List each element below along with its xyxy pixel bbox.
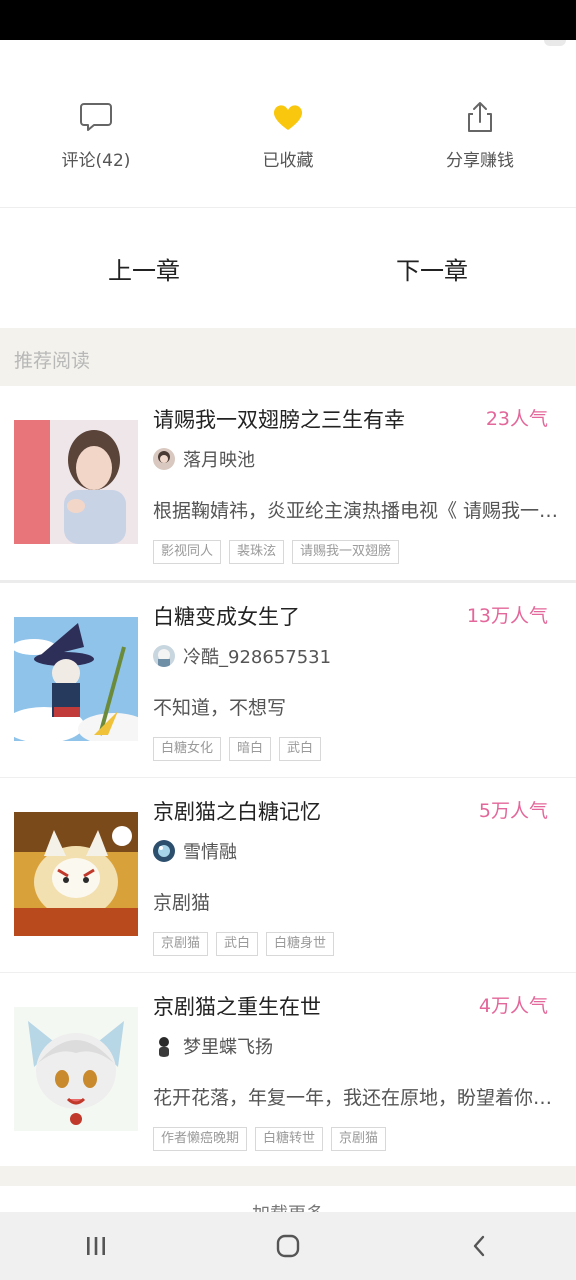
comment-button[interactable]: 评论(42): [34, 100, 158, 171]
section-title: 推荐阅读: [14, 350, 91, 372]
prev-chapter-button[interactable]: 上一章: [0, 208, 288, 328]
list-item[interactable]: 京剧猫之白糖记忆 5万人气 雪情融 京剧猫 京剧猫 武白 白糖身世: [0, 777, 576, 972]
system-nav-bar: [0, 1212, 576, 1280]
status-bar: [0, 0, 576, 40]
back-icon: [473, 1235, 485, 1257]
book-cover-image: [14, 420, 138, 544]
author-name: 梦里蝶飞扬: [183, 1037, 273, 1058]
avatar: [153, 1035, 175, 1057]
recent-apps-button[interactable]: [56, 1216, 136, 1276]
book-title: 请赐我一双翅膀之三生有幸: [153, 408, 405, 432]
tag[interactable]: 京剧猫: [331, 1127, 387, 1151]
tag[interactable]: 白糖女化: [153, 737, 222, 761]
load-more-label: 加载更多: [0, 1200, 576, 1212]
section-gap: [0, 1166, 576, 1186]
book-cover-image: [14, 812, 138, 936]
home-button[interactable]: [248, 1216, 328, 1276]
tag[interactable]: 请赐我一双翅膀: [292, 540, 400, 564]
comment-label: 评论(42): [61, 151, 131, 171]
share-label: 分享赚钱: [446, 151, 514, 171]
author-row: 雪情融: [153, 838, 237, 864]
book-description: 不知道，不想写: [153, 697, 287, 719]
recommend-list: 请赐我一双翅膀之三生有幸 23人气 落月映池 根据鞠婧祎，炎亚纶主演热播电视《 …: [0, 386, 576, 1167]
tag[interactable]: 作者懒癌晚期: [153, 1127, 248, 1151]
article-action-card: 评论(42) 已收藏 分享赚钱: [0, 40, 576, 208]
share-upload-icon: [468, 102, 492, 132]
load-more-button[interactable]: 加载更多: [0, 1186, 576, 1212]
book-title: 白糖变成女生了: [153, 605, 300, 629]
tag[interactable]: 白糖转世: [255, 1127, 324, 1151]
book-cover-image: [14, 1007, 138, 1131]
tag[interactable]: 裴珠泫: [229, 540, 285, 564]
book-description: 京剧猫: [153, 892, 211, 914]
speech-bubble-icon: [80, 103, 112, 131]
author-row: 冷酷_928657531: [153, 643, 331, 669]
author-name: 雪情融: [183, 842, 237, 863]
tag-list: 作者懒癌晚期 白糖转世 京剧猫: [153, 1127, 394, 1151]
avatar: [153, 840, 175, 862]
recommend-section-header: 推荐阅读: [0, 328, 576, 386]
recent-apps-icon: [87, 1237, 105, 1255]
favorite-button[interactable]: 已收藏: [226, 100, 350, 171]
popularity-count: 13万人气: [466, 605, 548, 627]
list-item[interactable]: 京剧猫之重生在世 4万人气 梦里蝶飞扬 花开花落，年复一年，我还在原地，盼望着你…: [0, 972, 576, 1167]
avatar: [153, 645, 175, 667]
scroll-hint: [544, 40, 566, 46]
favorite-label: 已收藏: [262, 151, 314, 171]
popularity-count: 5万人气: [478, 800, 548, 822]
book-description: 花开花落，年复一年，我还在原地，盼望着你的归来: [153, 1087, 565, 1109]
list-item[interactable]: 请赐我一双翅膀之三生有幸 23人气 落月映池 根据鞠婧祎，炎亚纶主演热播电视《 …: [0, 386, 576, 580]
author-row: 落月映池: [153, 446, 255, 472]
action-row: 评论(42) 已收藏 分享赚钱: [0, 100, 576, 171]
author-name: 冷酷_928657531: [183, 647, 332, 668]
popularity-count: 4万人气: [478, 995, 548, 1017]
tag-list: 京剧猫 武白 白糖身世: [153, 932, 342, 956]
list-item[interactable]: 白糖变成女生了 13万人气 冷酷_928657531 不知道，不想写 白糖女化 …: [0, 580, 576, 777]
tag[interactable]: 白糖身世: [266, 932, 335, 956]
tag[interactable]: 暗白: [229, 737, 272, 761]
tag-list: 白糖女化 暗白 武白: [153, 737, 329, 761]
tag[interactable]: 武白: [279, 737, 322, 761]
tag[interactable]: 影视同人: [153, 540, 222, 564]
next-chapter-button[interactable]: 下一章: [288, 208, 576, 328]
book-cover-image: [14, 617, 138, 741]
back-button[interactable]: [440, 1216, 520, 1276]
heart-icon: [273, 105, 303, 130]
book-description: 根据鞠婧祎，炎亚纶主演热播电视《 请赐我一双翅膀: [153, 500, 565, 522]
tag-list: 影视同人 裴珠泫 请赐我一双翅膀: [153, 540, 407, 564]
tag[interactable]: 京剧猫: [153, 932, 209, 956]
popularity-count: 23人气: [485, 408, 548, 430]
share-button[interactable]: 分享赚钱: [418, 100, 542, 171]
book-title: 京剧猫之重生在世: [153, 995, 321, 1019]
book-title: 京剧猫之白糖记忆: [153, 800, 321, 824]
home-icon: [276, 1234, 300, 1258]
tag[interactable]: 武白: [216, 932, 259, 956]
chapter-nav: 上一章 下一章: [0, 208, 576, 328]
avatar: [153, 448, 175, 470]
author-row: 梦里蝶飞扬: [153, 1033, 273, 1059]
author-name: 落月映池: [183, 450, 255, 471]
